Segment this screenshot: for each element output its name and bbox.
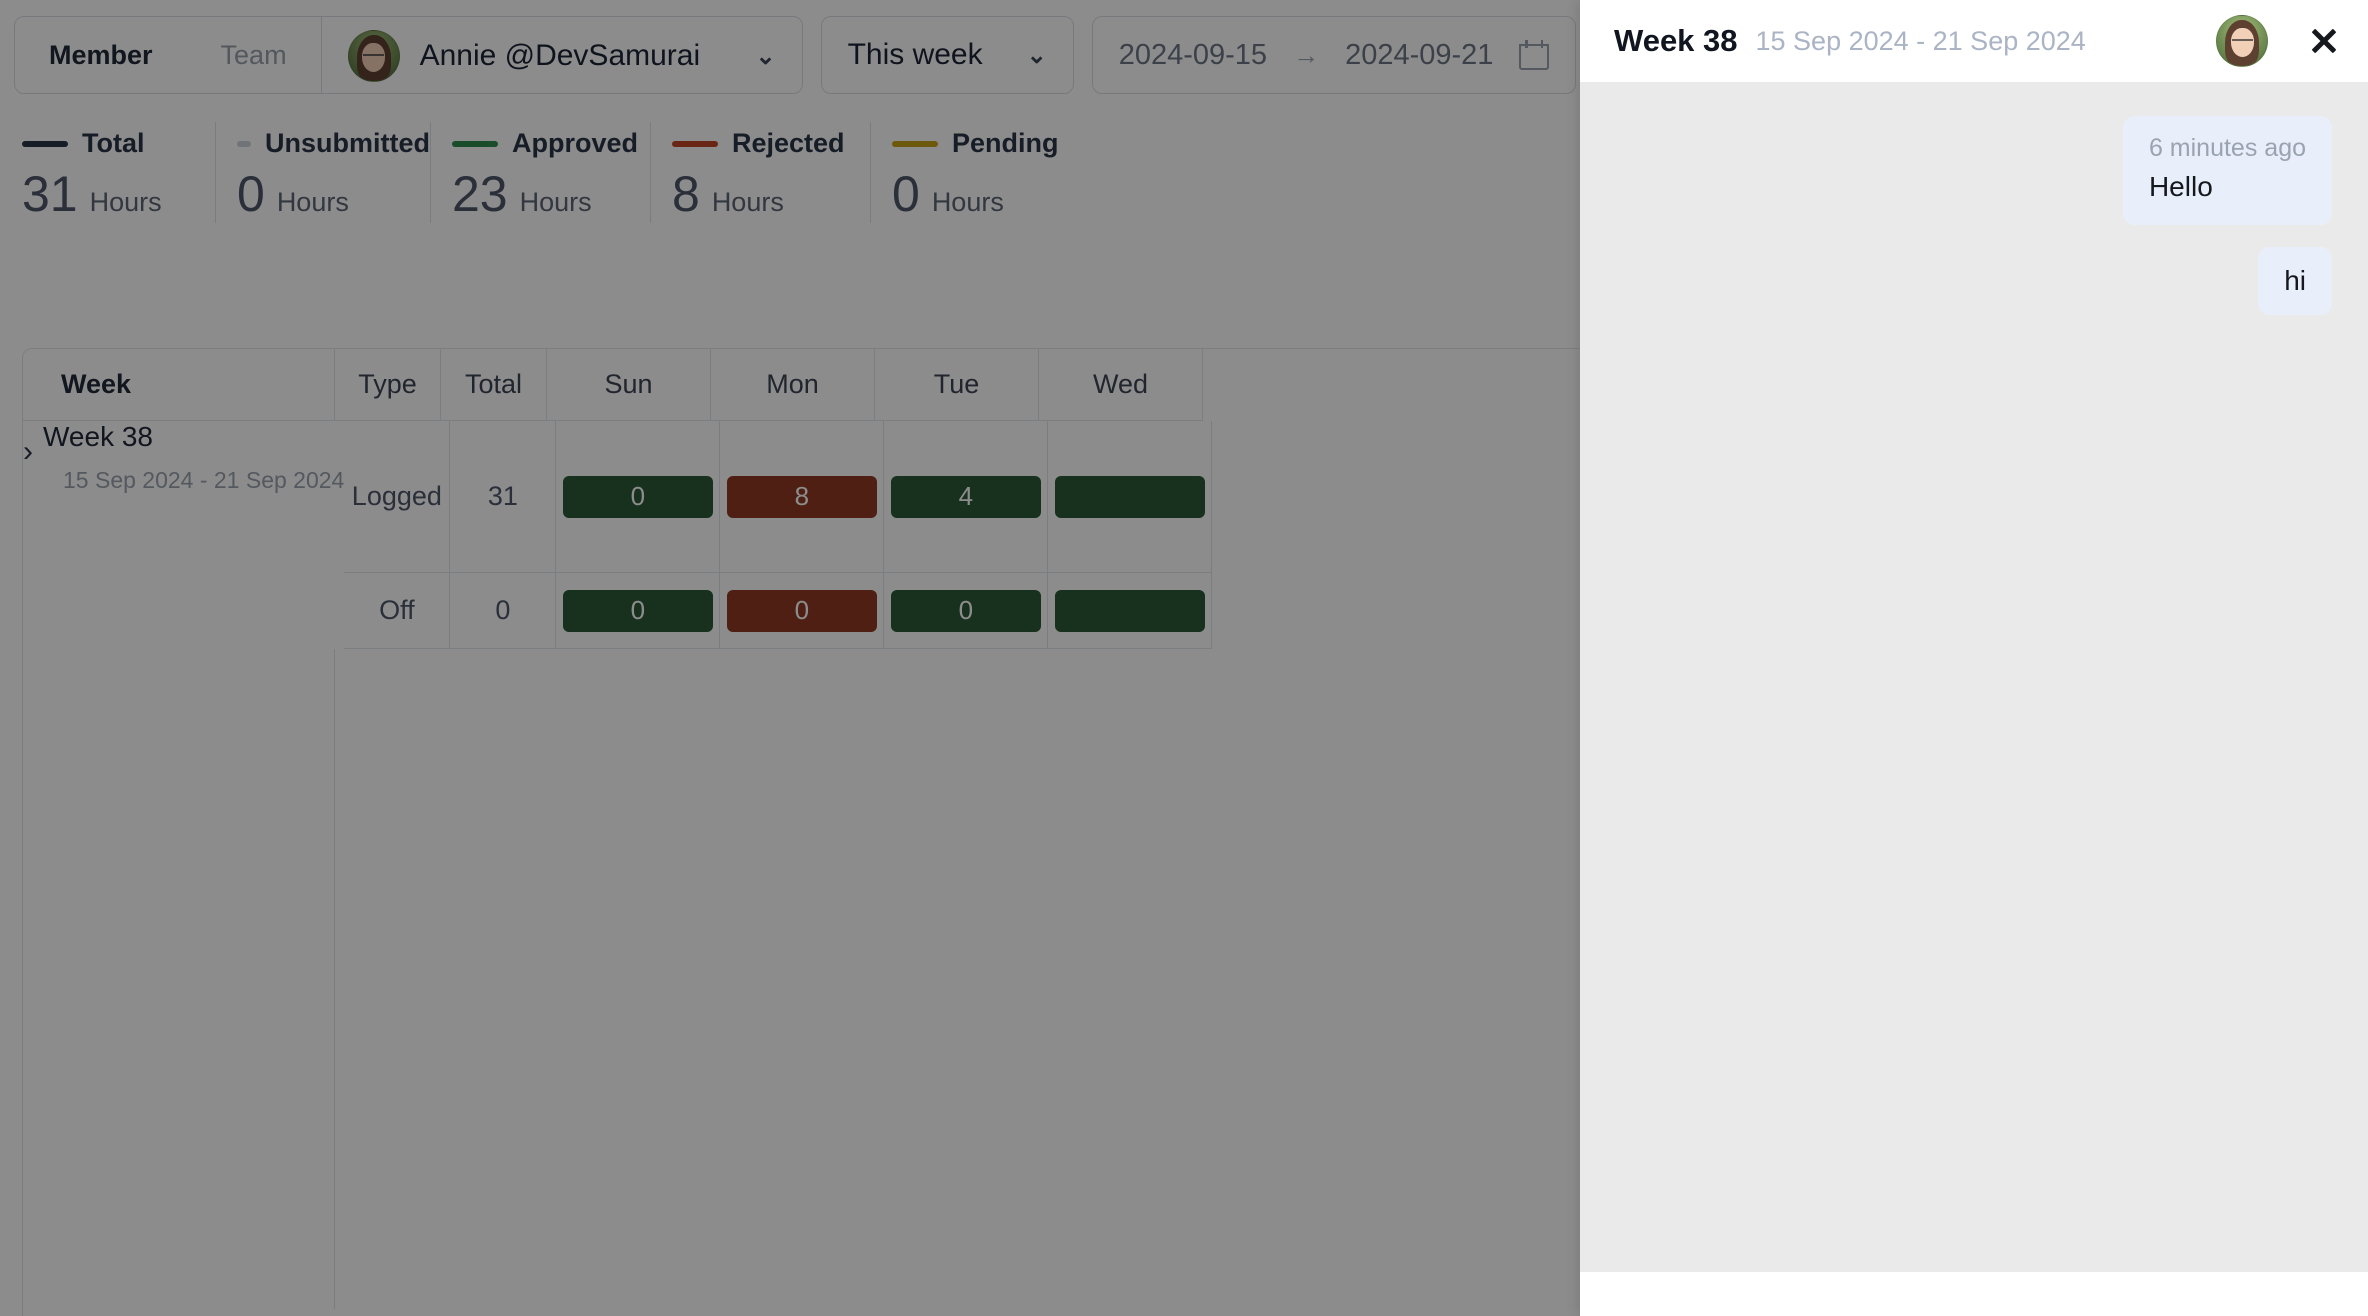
modal-overlay[interactable]: [0, 0, 1580, 1316]
message-text: Hello: [2148, 171, 2213, 202]
chat-panel-footer: [1580, 1272, 2368, 1316]
message-timestamp: 6 minutes ago: [2148, 134, 2306, 162]
chat-panel-title: Week 38: [1614, 23, 1738, 58]
chat-message-list[interactable]: 6 minutes ago Hello hi: [1580, 82, 2368, 1272]
close-icon[interactable]: [2302, 19, 2346, 63]
chat-panel-header: Week 38 15 Sep 2024 - 21 Sep 2024: [1580, 0, 2368, 82]
chat-message-bubble: 6 minutes ago Hello: [2122, 116, 2332, 225]
chat-panel-subtitle: 15 Sep 2024 - 21 Sep 2024: [1755, 25, 2086, 56]
chat-message-bubble: hi: [2258, 247, 2332, 315]
message-text: hi: [2284, 265, 2306, 296]
chat-side-panel: Week 38 15 Sep 2024 - 21 Sep 2024 6 minu…: [1580, 0, 2368, 1316]
user-avatar[interactable]: [2216, 15, 2268, 67]
